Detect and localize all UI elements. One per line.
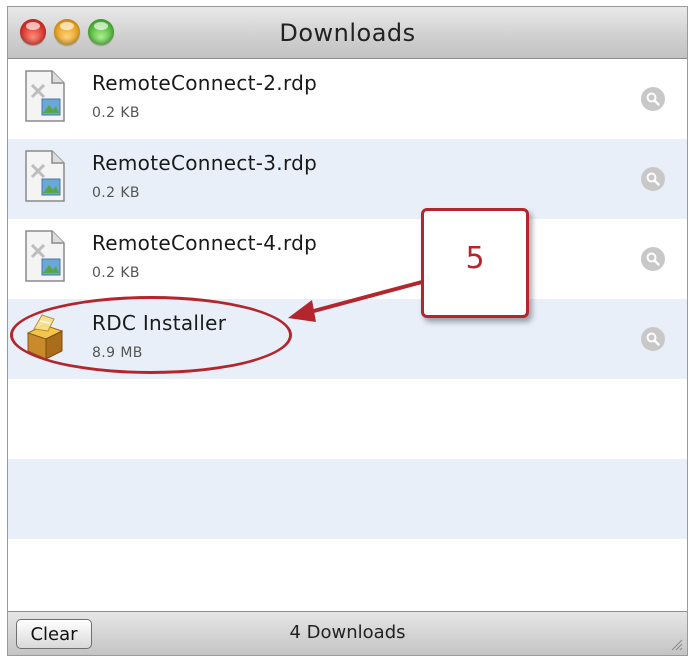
resize-grip-icon[interactable] [669,637,683,651]
download-filename: RemoteConnect-2.rdp [92,71,318,95]
rdp-file-icon [25,150,65,202]
downloads-window: Downloads RemoteConnect-2.rdp 0.2 KB Rem… [7,6,688,656]
rdp-file-icon [25,70,65,122]
download-filename: RemoteConnect-3.rdp [92,151,318,175]
download-row[interactable]: RemoteConnect-4.rdp 0.2 KB [8,219,687,299]
magnifier-icon [646,252,660,266]
download-row[interactable]: RemoteConnect-2.rdp 0.2 KB [8,59,687,139]
magnifier-icon [646,172,660,186]
title-bar[interactable]: Downloads [8,7,687,59]
downloads-list: RemoteConnect-2.rdp 0.2 KB RemoteConnect… [8,59,687,619]
download-size: 0.2 KB [92,265,140,281]
download-filename: RemoteConnect-4.rdp [92,231,318,255]
reveal-in-finder-button[interactable] [641,327,665,351]
magnifier-icon [646,332,660,346]
download-size: 0.2 KB [92,105,140,121]
download-filename: RDC Installer [92,311,227,335]
rdp-file-icon [25,230,65,282]
empty-row [8,539,687,619]
download-row[interactable]: RemoteConnect-3.rdp 0.2 KB [8,139,687,219]
empty-row [8,379,687,459]
magnifier-icon [646,92,660,106]
download-count: 4 Downloads [289,622,406,643]
download-row[interactable]: RDC Installer 8.9 MB [8,299,687,379]
reveal-in-finder-button[interactable] [641,87,665,111]
reveal-in-finder-button[interactable] [641,247,665,271]
download-size: 8.9 MB [92,345,143,361]
step-number: 5 [465,241,485,276]
reveal-in-finder-button[interactable] [641,167,665,191]
status-bar: Clear 4 Downloads [8,611,687,655]
step-callout: 5 [421,208,529,318]
download-size: 0.2 KB [92,185,140,201]
empty-row [8,459,687,539]
window-title: Downloads [279,19,416,47]
package-installer-icon [26,314,64,360]
